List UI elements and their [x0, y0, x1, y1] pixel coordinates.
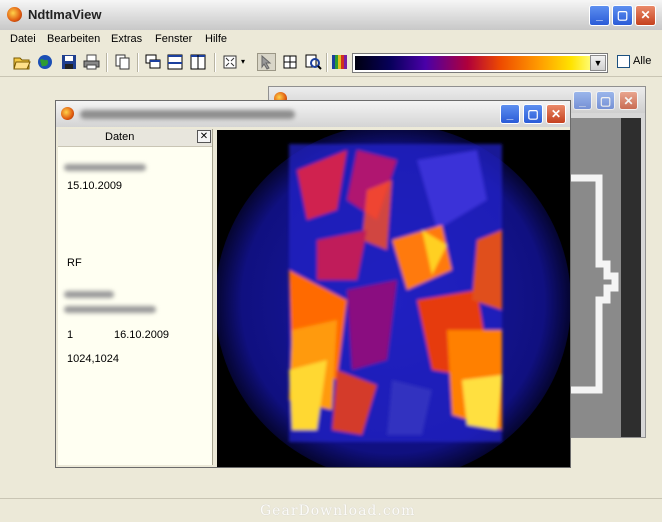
menu-bar: Datei Bearbeiten Extras Fenster Hilfe [0, 30, 662, 49]
toolbar-separator [214, 53, 216, 72]
type-value: RF [67, 257, 82, 269]
bg-close-button[interactable]: ✕ [619, 91, 638, 110]
tile-vertical-icon[interactable] [189, 53, 208, 71]
cascade-windows-icon[interactable] [144, 53, 163, 71]
background-xray-image [569, 118, 641, 437]
fg-minimize-button[interactable]: _ [500, 104, 520, 124]
window-icon [61, 107, 74, 120]
main-title-bar[interactable]: NdtImaView _ ▢ ✕ [0, 0, 662, 31]
pointer-tool-icon[interactable] [257, 53, 276, 71]
copy-icon[interactable] [113, 53, 132, 71]
save-icon[interactable] [60, 53, 79, 71]
print-icon[interactable] [82, 53, 101, 71]
image-viewer[interactable] [217, 130, 570, 467]
data-panel-header: Daten ✕ [58, 129, 212, 147]
index-value: 1 [67, 329, 74, 341]
foreground-image-window[interactable]: _ ▢ ✕ Daten ✕ 15.10.2009 RF 1 16.10.2009… [55, 100, 571, 468]
minimize-button[interactable]: _ [589, 5, 610, 26]
date-value-2: 16.10.2009 [114, 329, 170, 341]
fg-maximize-button[interactable]: ▢ [523, 104, 543, 124]
toolbar-separator [106, 53, 108, 72]
measure-tool-icon[interactable] [281, 53, 300, 71]
close-icon[interactable]: ✕ [197, 130, 211, 143]
menu-datei[interactable]: Datei [10, 33, 36, 45]
tile-horizontal-icon[interactable] [166, 53, 185, 71]
data-panel-title: Daten [105, 131, 135, 143]
close-button[interactable]: ✕ [635, 5, 656, 26]
chevron-down-icon[interactable]: ▼ [590, 55, 606, 71]
toolbar-separator [137, 53, 139, 72]
palette-icon[interactable] [330, 53, 349, 71]
menu-hilfe[interactable]: Hilfe [205, 33, 227, 45]
menu-fenster[interactable]: Fenster [155, 33, 192, 45]
palette-gradient [355, 56, 590, 70]
data-panel: Daten ✕ 15.10.2009 RF 1 16.10.2009 1024,… [58, 129, 213, 465]
open-folder-icon[interactable] [12, 53, 31, 71]
zoom-inspect-icon[interactable] [304, 53, 323, 71]
resolution-value: 1024,1024 [67, 353, 119, 365]
menu-bearbeiten[interactable]: Bearbeiten [47, 33, 100, 45]
blurred-window-title [80, 110, 295, 119]
alle-checkbox[interactable] [617, 55, 630, 68]
blurred-field [64, 291, 114, 298]
toolbar-separator [326, 53, 328, 72]
globe-icon[interactable] [36, 53, 55, 71]
fg-close-button[interactable]: ✕ [546, 104, 566, 124]
maximize-button[interactable]: ▢ [612, 5, 633, 26]
blurred-field [64, 164, 146, 171]
alle-checkbox-label: Alle [633, 55, 652, 67]
blurred-field [64, 306, 156, 313]
bg-maximize-button[interactable]: ▢ [596, 91, 615, 110]
thermal-image [217, 130, 570, 467]
menu-extras[interactable]: Extras [111, 33, 142, 45]
zoom-fit-icon[interactable] [221, 53, 240, 71]
color-palette-select[interactable]: ▼ [352, 53, 608, 73]
foreground-window-title-bar[interactable]: _ ▢ ✕ [56, 101, 570, 127]
watermark-text: GearDownload.com [260, 503, 416, 519]
date-value: 15.10.2009 [67, 180, 123, 192]
app-title: NdtImaView [28, 7, 102, 22]
bg-minimize-button[interactable]: _ [573, 91, 592, 110]
app-icon [7, 7, 22, 22]
zoom-dropdown-icon[interactable]: ▾ [241, 53, 251, 71]
